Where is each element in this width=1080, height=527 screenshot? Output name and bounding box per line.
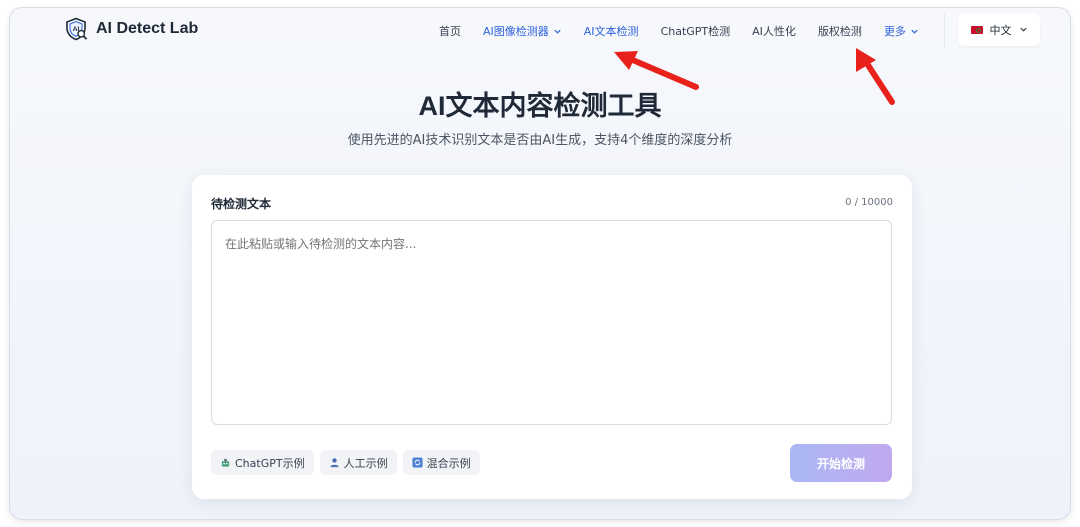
char-counter: 0 / 10000 xyxy=(845,197,893,208)
chevron-down-icon xyxy=(554,29,561,34)
mixed-example-button[interactable]: 混合示例 xyxy=(402,450,480,475)
page-subtitle: 使用先进的AI技术识别文本是否由AI生成，支持4个维度的深度分析 xyxy=(347,133,733,148)
logo-text: AI Detect Lab xyxy=(96,20,199,37)
annotation-arrow-icon xyxy=(614,51,699,90)
chevron-down-icon xyxy=(911,29,918,34)
example-buttons: ChatGPT示例 人工示例 混合示例 xyxy=(211,450,480,475)
language-selector[interactable]: 中文 xyxy=(958,13,1040,46)
nav-ai-text-detection-label: AI文本检测 xyxy=(583,25,639,38)
top-navbar: AI AI Detect Lab 首页 AI图像检测器 AI文本检测 ChatG… xyxy=(10,8,1070,54)
start-detection-button[interactable]: 开始检测 xyxy=(790,444,892,482)
language-label: 中文 xyxy=(989,23,1012,37)
nav-ai-image-detector[interactable]: AI图像检测器 xyxy=(472,8,573,54)
annotation-arrow-icon xyxy=(856,48,895,105)
refresh-icon xyxy=(412,457,423,468)
text-input-label: 待检测文本 xyxy=(211,197,272,211)
chatgpt-example-label: ChatGPT示例 xyxy=(235,456,305,470)
app-window: AI AI Detect Lab 首页 AI图像检测器 AI文本检测 ChatG… xyxy=(10,8,1070,519)
shield-logo-icon: AI xyxy=(66,17,87,41)
logo[interactable]: AI AI Detect Lab xyxy=(64,17,198,41)
nav-ai-humanize-label: AI人性化 xyxy=(752,25,796,38)
page-title: AI文本内容检测工具 xyxy=(418,91,662,121)
flag-icon xyxy=(970,25,983,34)
text-input[interactable] xyxy=(211,220,892,425)
nav-chatgpt-detection-label: ChatGPT检测 xyxy=(660,25,731,38)
chatgpt-example-button[interactable]: ChatGPT示例 xyxy=(211,450,314,475)
nav-copyright-detection-label: 版权检测 xyxy=(817,25,862,38)
human-example-button[interactable]: 人工示例 xyxy=(319,450,397,475)
nav-ai-image-detector-label: AI图像检测器 xyxy=(483,25,549,38)
text-detection-card: 待检测文本 0 / 10000 ChatGPT示例 人工示例 xyxy=(192,175,912,499)
nav-home-label: 首页 xyxy=(439,25,461,38)
nav-more-label: 更多 xyxy=(883,25,906,38)
robot-icon xyxy=(221,458,230,467)
human-example-label: 人工示例 xyxy=(343,456,388,470)
person-icon xyxy=(329,458,339,468)
nav-divider xyxy=(944,14,945,48)
nav-ai-humanize[interactable]: AI人性化 xyxy=(741,8,807,54)
nav-home[interactable]: 首页 xyxy=(428,8,472,54)
mixed-example-label: 混合示例 xyxy=(426,456,471,470)
chevron-down-icon xyxy=(1019,27,1027,32)
